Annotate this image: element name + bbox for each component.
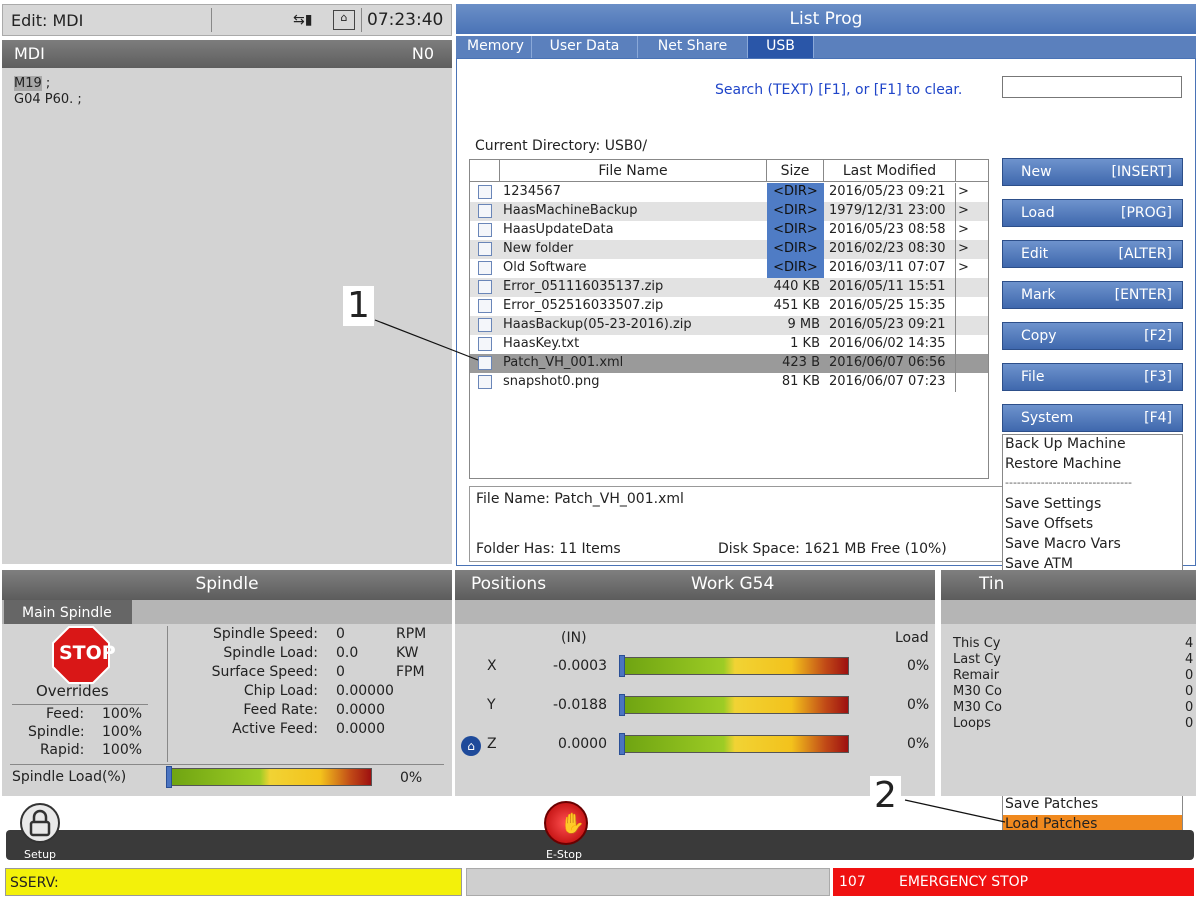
callout-1: 1	[343, 286, 374, 326]
callout-2: 2	[870, 776, 901, 816]
callout-lines	[374, 319, 1006, 823]
